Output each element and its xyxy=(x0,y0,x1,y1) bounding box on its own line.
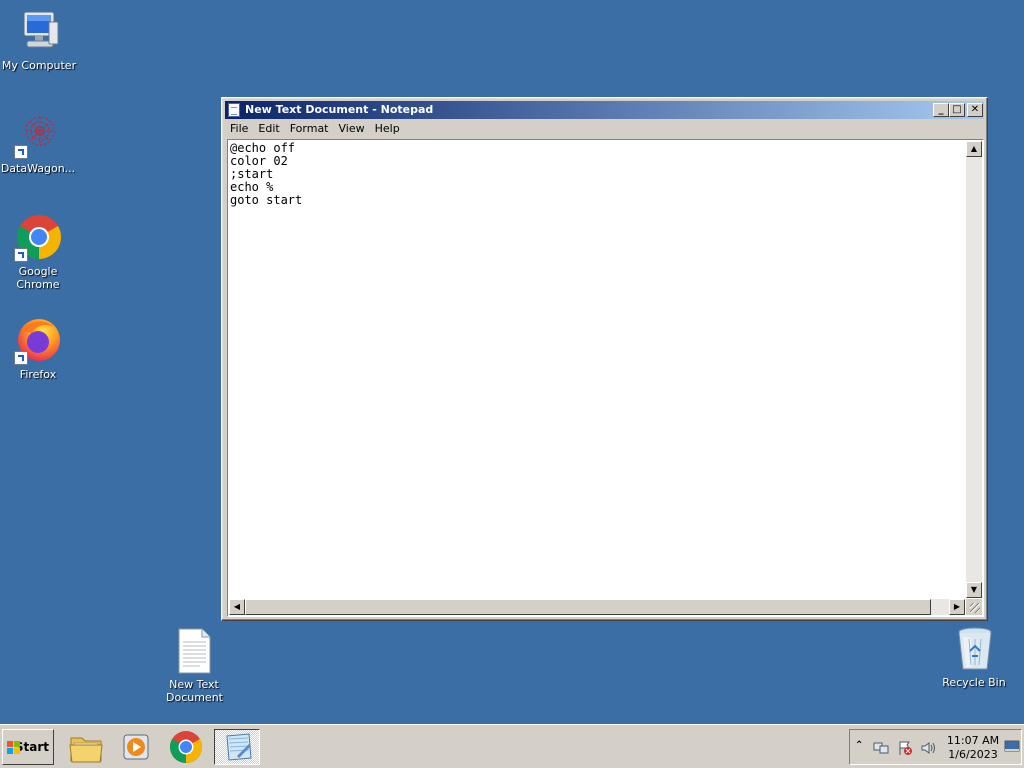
notepad-icon xyxy=(228,103,240,117)
computer-icon xyxy=(15,8,63,56)
desktop-icon-new-text-document[interactable]: New Text Document xyxy=(154,627,234,704)
desktop-icon-label: Firefox xyxy=(19,368,57,381)
editor-area[interactable]: @echo off color 02 ;start echo % goto st… xyxy=(227,139,984,617)
start-button[interactable]: Start xyxy=(2,729,54,765)
show-desktop-icon[interactable] xyxy=(1004,740,1020,754)
maximize-button[interactable]: □ xyxy=(949,103,965,117)
media-player-icon xyxy=(123,734,149,760)
title-bar[interactable]: New Text Document - Notepad _ □ ✕ xyxy=(225,101,984,119)
desktop-icon-label: My Computer xyxy=(1,59,77,72)
desktop-icon-label: Recycle Bin xyxy=(942,676,1006,689)
desktop-icon-recycle-bin[interactable]: Recycle Bin xyxy=(934,625,1014,689)
desktop-icon-label: Google Chrome xyxy=(16,265,60,291)
datawagon-icon xyxy=(14,111,62,159)
firefox-icon xyxy=(14,317,62,365)
desktop-icon-label: New Text Document xyxy=(166,678,223,704)
taskbar: Start ⌃ 11:07 AM 1/6/2023 xyxy=(0,724,1024,768)
chrome-icon xyxy=(169,731,203,764)
shortcut-arrow-icon xyxy=(14,248,28,262)
text-document-icon xyxy=(170,627,218,675)
horizontal-scroll-thumb[interactable] xyxy=(245,599,931,615)
menu-format[interactable]: Format xyxy=(285,120,334,138)
vertical-scrollbar[interactable]: ▲ ▼ xyxy=(966,141,982,598)
desktop-icon-datawagon[interactable]: DataWagon... xyxy=(0,111,78,175)
show-hidden-icons-icon[interactable]: ⌃ xyxy=(855,740,863,751)
action-center-flag-icon[interactable] xyxy=(897,740,913,756)
network-icon[interactable] xyxy=(873,740,889,756)
windows-flag-icon xyxy=(7,741,20,754)
desktop-icon-my-computer[interactable]: My Computer xyxy=(0,8,79,72)
menu-edit[interactable]: Edit xyxy=(253,120,284,138)
desktop-icon-label: DataWagon... xyxy=(0,162,76,175)
scroll-up-button[interactable]: ▲ xyxy=(966,141,982,157)
menu-help[interactable]: Help xyxy=(370,120,405,138)
system-tray: ⌃ 11:07 AM 1/6/2023 xyxy=(849,729,1022,765)
clock-time: 11:07 AM xyxy=(946,734,1000,747)
window-title: New Text Document - Notepad xyxy=(245,103,434,116)
shortcut-arrow-icon xyxy=(14,145,28,159)
taskbar-chrome[interactable] xyxy=(166,729,206,765)
menu-bar: File Edit Format View Help xyxy=(225,120,984,138)
scroll-down-button[interactable]: ▼ xyxy=(966,582,982,598)
chrome-icon xyxy=(14,214,62,262)
taskbar-file-explorer[interactable] xyxy=(66,729,106,765)
resize-grip[interactable] xyxy=(966,599,982,615)
taskbar-media-player[interactable] xyxy=(116,729,156,765)
desktop-icon-google-chrome[interactable]: Google Chrome xyxy=(0,214,78,291)
scroll-right-button[interactable]: ▶ xyxy=(949,599,965,615)
text-content[interactable]: @echo off color 02 ;start echo % goto st… xyxy=(229,141,965,598)
desktop-icon-firefox[interactable]: Firefox xyxy=(0,317,78,381)
notepad-window[interactable]: New Text Document - Notepad _ □ ✕ File Ed… xyxy=(221,97,988,621)
clock-date: 1/6/2023 xyxy=(948,748,998,761)
recycle-bin-icon xyxy=(950,625,998,673)
menu-file[interactable]: File xyxy=(225,120,253,138)
shortcut-arrow-icon xyxy=(14,351,28,365)
taskbar-notepad[interactable] xyxy=(214,729,260,765)
scroll-left-button[interactable]: ◀ xyxy=(229,599,245,615)
minimize-button[interactable]: _ xyxy=(933,103,949,117)
close-button[interactable]: ✕ xyxy=(967,103,983,117)
notepad-icon xyxy=(226,733,252,761)
menu-view[interactable]: View xyxy=(334,120,370,138)
clock[interactable]: 11:07 AM 1/6/2023 xyxy=(944,734,1002,762)
folder-icon xyxy=(69,737,103,763)
horizontal-scrollbar[interactable]: ◀ ▶ xyxy=(229,599,965,615)
volume-icon[interactable] xyxy=(920,740,936,756)
